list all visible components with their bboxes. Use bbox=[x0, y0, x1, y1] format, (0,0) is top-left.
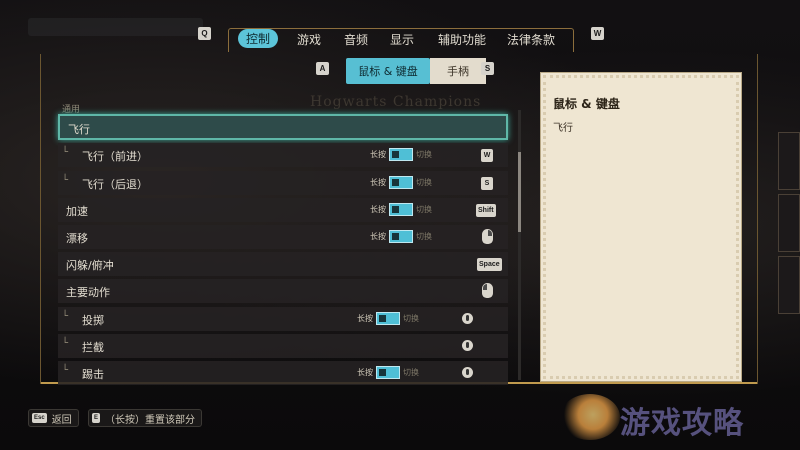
hold-toggle[interactable]: 长按 切换 bbox=[357, 312, 419, 325]
scrollbar-thumb[interactable] bbox=[518, 152, 521, 232]
side-decoration bbox=[778, 256, 800, 314]
mouse-wheel-icon[interactable] bbox=[462, 367, 473, 378]
binding-row-throw[interactable]: └ 投掷 长按 切换 bbox=[58, 307, 508, 331]
row-label: 飞行（后退） bbox=[82, 178, 148, 191]
tab-audio[interactable]: 音频 bbox=[344, 31, 368, 48]
toggle-switch[interactable] bbox=[389, 203, 413, 216]
sub-item-marker-icon: └ bbox=[62, 147, 69, 158]
toggle-label: 切换 bbox=[416, 150, 432, 159]
row-label: 投掷 bbox=[82, 314, 104, 327]
key-binding-shift[interactable]: Shift bbox=[476, 204, 496, 217]
reset-label: （长按）重置该部分 bbox=[105, 414, 196, 426]
hold-toggle[interactable]: 长按 切换 bbox=[370, 230, 432, 243]
sub-item-marker-icon: └ bbox=[62, 365, 69, 376]
site-watermark: 游戏攻略 bbox=[560, 392, 780, 444]
mouse-left-icon[interactable] bbox=[482, 283, 493, 298]
toggle-switch[interactable] bbox=[376, 312, 400, 325]
watermark-text: 游戏攻略 bbox=[620, 406, 744, 441]
tab-accessibility[interactable]: 辅助功能 bbox=[438, 31, 486, 48]
sub-item-marker-icon: └ bbox=[62, 338, 69, 349]
row-label: 主要动作 bbox=[66, 286, 110, 299]
toggle-switch[interactable] bbox=[389, 148, 413, 161]
row-label: 拦截 bbox=[82, 341, 104, 354]
toggle-switch[interactable] bbox=[389, 230, 413, 243]
binding-row-block[interactable]: └ 拦截 bbox=[58, 334, 508, 358]
row-label: 飞行 bbox=[68, 123, 90, 136]
row-label: 加速 bbox=[66, 205, 88, 218]
top-tab-bar: Q 控制 游戏 音频 显示 辅助功能 法律条款 W bbox=[194, 22, 606, 54]
subtab-mouse-keyboard[interactable]: 鼠标 & 键盘 bbox=[346, 58, 430, 84]
row-label: 漂移 bbox=[66, 232, 88, 245]
description-title: 鼠标 & 键盘 bbox=[553, 97, 620, 111]
binding-row-boost[interactable]: 加速 长按 切换 Shift bbox=[58, 198, 508, 222]
hold-label: 长按 bbox=[370, 178, 386, 187]
toggle-label: 切换 bbox=[403, 368, 419, 377]
hold-label: 长按 bbox=[370, 150, 386, 159]
side-decoration bbox=[778, 132, 800, 190]
binding-row-drift[interactable]: 漂移 长按 切换 bbox=[58, 225, 508, 249]
key-binding-w[interactable]: W bbox=[481, 149, 493, 162]
description-body: 飞行 bbox=[553, 123, 573, 134]
row-label: 踢击 bbox=[82, 368, 104, 381]
prev-subtab-key-icon[interactable]: A bbox=[316, 62, 329, 75]
toggle-switch[interactable] bbox=[389, 176, 413, 189]
back-button[interactable]: Esc 返回 bbox=[28, 409, 79, 427]
binding-row-kick[interactable]: └ 踢击 长按 切换 bbox=[58, 361, 508, 385]
background-title-text: Hogwarts Champions bbox=[310, 94, 482, 110]
binding-row-dodge-dive[interactable]: 闪躲/俯冲 Space bbox=[58, 252, 508, 276]
next-subtab-key-icon[interactable]: S bbox=[481, 62, 494, 75]
key-binding-space[interactable]: Space bbox=[477, 258, 502, 271]
hold-toggle[interactable]: 长按 切换 bbox=[357, 366, 419, 379]
mouse-wheel-icon[interactable] bbox=[462, 313, 473, 324]
subtab-gamepad[interactable]: 手柄 bbox=[430, 58, 486, 84]
row-label: 闪躲/俯冲 bbox=[66, 259, 114, 272]
hold-toggle[interactable]: 长按 切换 bbox=[370, 148, 432, 161]
hold-label: 长按 bbox=[370, 232, 386, 241]
sub-item-marker-icon: └ bbox=[62, 175, 69, 186]
esc-key-icon: Esc bbox=[32, 413, 47, 423]
hold-label: 长按 bbox=[357, 368, 373, 377]
panel-left-border bbox=[40, 54, 41, 384]
toggle-label: 切换 bbox=[416, 178, 432, 187]
back-label: 返回 bbox=[51, 414, 72, 426]
side-decoration bbox=[778, 194, 800, 252]
watermark-logo-icon bbox=[560, 394, 620, 440]
binding-row-fly[interactable]: 飞行 bbox=[58, 114, 508, 140]
hold-toggle[interactable]: 长按 切换 bbox=[370, 176, 432, 189]
key-binding-s[interactable]: S bbox=[481, 177, 493, 190]
prev-tab-key-icon[interactable]: Q bbox=[198, 27, 211, 40]
reset-section-button[interactable]: E （长按）重置该部分 bbox=[88, 409, 203, 427]
mouse-right-icon[interactable] bbox=[482, 229, 493, 244]
sub-item-marker-icon: └ bbox=[62, 311, 69, 322]
input-device-tabs: A 鼠标 & 键盘 手柄 S bbox=[316, 58, 494, 84]
binding-row-primary-action[interactable]: 主要动作 bbox=[58, 279, 508, 303]
binding-row-fly-backward[interactable]: └ 飞行（后退） 长按 切换 S bbox=[58, 171, 508, 195]
description-card: 鼠标 & 键盘 飞行 bbox=[540, 72, 742, 382]
mouse-wheel-icon[interactable] bbox=[462, 340, 473, 351]
row-label: 飞行（前进） bbox=[82, 150, 148, 163]
tab-game[interactable]: 游戏 bbox=[297, 31, 321, 48]
list-scrollbar[interactable] bbox=[518, 110, 521, 380]
e-key-icon: E bbox=[92, 413, 101, 423]
blurred-hud-element bbox=[28, 18, 203, 36]
toggle-label: 切换 bbox=[416, 205, 432, 214]
hold-toggle[interactable]: 长按 切换 bbox=[370, 203, 432, 216]
toggle-label: 切换 bbox=[403, 314, 419, 323]
tab-controls[interactable]: 控制 bbox=[238, 29, 279, 48]
tab-display[interactable]: 显示 bbox=[390, 31, 414, 48]
toggle-switch[interactable] bbox=[376, 366, 400, 379]
panel-right-border bbox=[757, 54, 758, 384]
hold-label: 长按 bbox=[357, 314, 373, 323]
hold-label: 长按 bbox=[370, 205, 386, 214]
next-tab-key-icon[interactable]: W bbox=[591, 27, 604, 40]
toggle-label: 切换 bbox=[416, 232, 432, 241]
tab-legal[interactable]: 法律条款 bbox=[507, 31, 555, 48]
binding-row-fly-forward[interactable]: └ 飞行（前进） 长按 切换 W bbox=[58, 143, 508, 167]
